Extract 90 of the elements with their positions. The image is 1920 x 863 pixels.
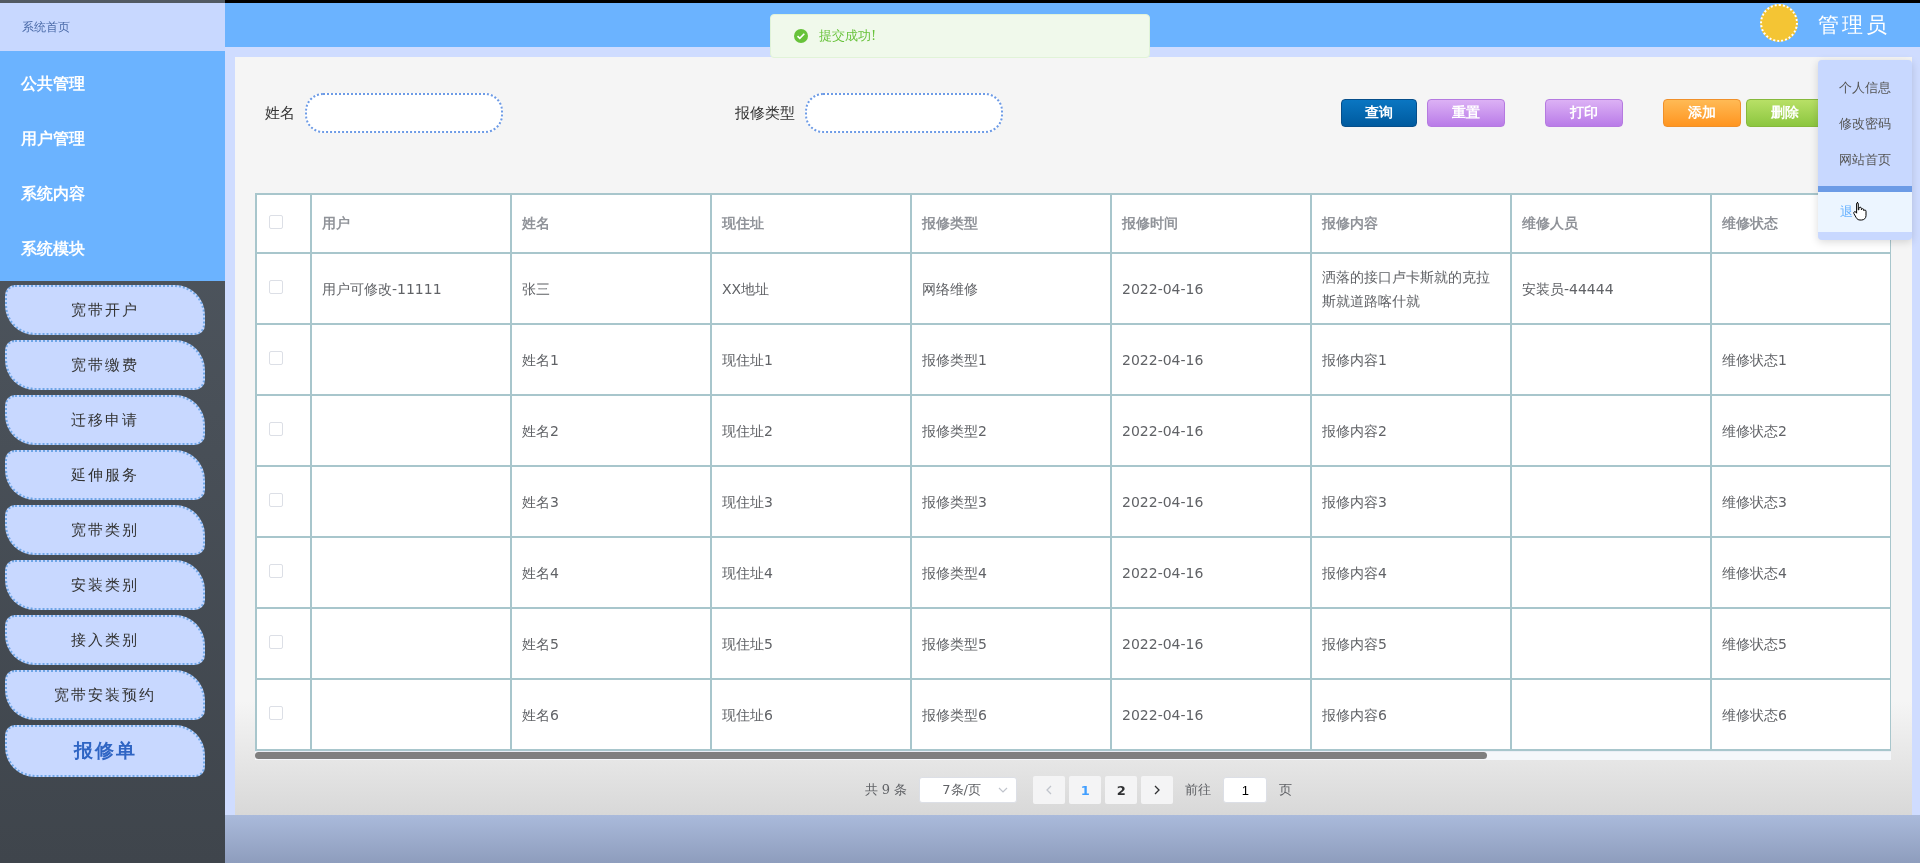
checkbox[interactable] [269, 215, 283, 229]
table-cell: 现住址6 [722, 706, 773, 723]
page-input[interactable]: 1 [1223, 777, 1268, 803]
menu-item[interactable]: 安装类别 [5, 560, 205, 610]
menu-item[interactable]: 接入类别 [5, 615, 205, 665]
table-cell: 报修内容2 [1322, 422, 1387, 439]
action-button[interactable]: 查询 [1341, 99, 1417, 127]
table-cell: 维修状态4 [1722, 564, 1787, 581]
table-cell: 2022-04-16 [1122, 422, 1204, 439]
table-cell: 姓名4 [522, 564, 559, 581]
table-cell: 报修类型3 [922, 493, 987, 510]
checkbox[interactable] [269, 563, 283, 578]
menu-item[interactable]: 宽带类别 [5, 505, 205, 555]
table-cell: 报修内容6 [1322, 706, 1387, 723]
table-cell: 报修类型4 [922, 564, 987, 581]
table-cell: 维修状态6 [1722, 706, 1787, 723]
hand-cursor-icon [1852, 200, 1868, 222]
page-number[interactable]: 2 [1105, 776, 1138, 804]
next-page-button[interactable] [1141, 776, 1174, 804]
table-cell: 2022-04-16 [1122, 493, 1204, 510]
table-cell: 姓名1 [522, 351, 559, 368]
table-cell: 维修状态2 [1722, 422, 1787, 439]
chevron-left-icon [1046, 784, 1053, 795]
table-cell: 报修类型1 [922, 351, 987, 368]
table-cell: 2022-04-16 [1122, 635, 1204, 652]
table-cell: 维修状态5 [1722, 635, 1787, 652]
table-cell: 报修内容5 [1322, 635, 1387, 652]
column-header: 报修类型 [922, 214, 978, 231]
table-cell: 2022-04-16 [1122, 280, 1204, 297]
total-count: 共 9 条 [864, 781, 908, 799]
check-icon [793, 28, 809, 44]
table-cell: 报修类型2 [922, 422, 987, 439]
column-header: 用户 [322, 214, 350, 231]
menu-option[interactable]: 网站首页 [1818, 142, 1912, 178]
column-header: 姓名 [522, 214, 550, 231]
column-header: 报修时间 [1122, 214, 1178, 231]
column-header: 现住址 [722, 214, 764, 231]
toast-message: 提交成功! [819, 27, 877, 45]
table-cell: 2022-04-16 [1122, 351, 1204, 368]
menu-item[interactable]: 宽带缴费 [5, 340, 205, 390]
table-cell: 报修内容3 [1322, 493, 1387, 510]
checkbox[interactable] [269, 705, 283, 720]
table-cell: 现住址2 [722, 422, 773, 439]
table-cell: XX地址 [722, 280, 770, 297]
table-cell: 现住址4 [722, 564, 773, 581]
chevron-down-icon [998, 787, 1009, 793]
column-header: 报修内容 [1322, 214, 1378, 231]
page-unit: 页 [1279, 781, 1293, 799]
table-cell: 2022-04-16 [1122, 564, 1204, 581]
table-cell: 维修状态1 [1722, 351, 1787, 368]
scrollbar-thumb[interactable] [255, 752, 1487, 759]
table-cell: 现住址5 [722, 635, 773, 652]
menu-item[interactable]: 宽带开户 [5, 285, 205, 335]
input-field[interactable] [805, 93, 1003, 133]
table-cell: 现住址3 [722, 493, 773, 510]
checkbox[interactable] [269, 492, 283, 507]
checkbox[interactable] [269, 421, 283, 436]
table-cell: 用户可修改-11111 [322, 280, 442, 297]
table-cell: 安装员-44444 [1522, 280, 1614, 297]
menu-item[interactable]: 报修单 [5, 725, 205, 777]
column-header: 维修状态 [1722, 214, 1778, 231]
avatar-icon[interactable] [1760, 4, 1798, 42]
input-field[interactable] [305, 93, 503, 133]
goto-label: 前往 [1185, 781, 1212, 799]
table-cell: 姓名3 [522, 493, 559, 510]
table-cell: 姓名6 [522, 706, 559, 723]
table-cell: 现住址1 [722, 351, 773, 368]
column-header: 维修人员 [1522, 214, 1578, 231]
menu-item[interactable]: 延伸服务 [5, 450, 205, 500]
page-size-select[interactable]: 7条/页 [919, 777, 1018, 803]
checkbox[interactable] [269, 350, 283, 365]
table-cell: 维修状态3 [1722, 493, 1787, 510]
menu-item[interactable]: 宽带安装预约 [5, 670, 205, 720]
field-label: 报修类型 [735, 103, 795, 123]
table-cell: 姓名2 [522, 422, 559, 439]
table-cell: 2022-04-16 [1122, 706, 1204, 723]
checkbox[interactable] [269, 634, 283, 649]
chevron-right-icon [1154, 784, 1161, 795]
table-cell: 姓名5 [522, 635, 559, 652]
table-cell: 网络维修 [922, 280, 978, 297]
menu-item[interactable]: 迁移申请 [5, 395, 205, 445]
table-cell: 报修内容4 [1322, 564, 1387, 581]
checkbox[interactable] [269, 279, 283, 294]
table-cell: 张三 [522, 280, 550, 297]
home-link[interactable]: 系统首页 [0, 3, 225, 51]
table-cell: 报修类型6 [922, 706, 987, 723]
table-cell: 洒落的接口卢卡斯就的克拉斯就道路喀什就 [1322, 268, 1490, 309]
table-cell: 报修类型5 [922, 635, 987, 652]
field-label: 姓名 [265, 103, 295, 123]
table-cell: 报修内容1 [1322, 351, 1387, 368]
